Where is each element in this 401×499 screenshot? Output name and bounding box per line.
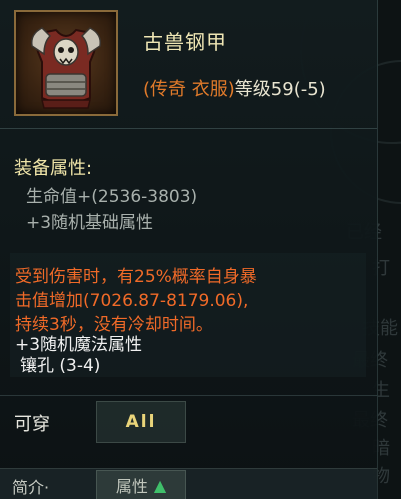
bottom-bar: 简介· 属性 ▲ [0,468,377,499]
item-meta: (传奇 衣服)等级59(-5) [143,75,326,101]
armor-icon [30,27,102,109]
item-meta-close: ) [227,79,235,100]
attr-line: +3随机基础属性 [26,213,154,233]
wearable-label: 可穿 [14,414,50,435]
item-rarity-type: 传奇 衣服 [150,79,228,100]
special-effect-line: 击值增加(7026.87-8179.06), [15,291,249,311]
item-level: 等级59(-5) [234,79,326,100]
item-icon-frame [14,10,118,116]
special-effect-line: 受到伤害时，有25%概率自身暴 [15,267,257,287]
bottom-bar-label: 简介· [12,478,50,497]
item-meta-open: ( [143,79,151,100]
attr-line: 生命值+(2536-3803) [26,187,198,207]
wearable-class-button[interactable]: All [96,401,186,443]
attribute-tab[interactable]: 属性 ▲ [96,470,186,499]
item-tooltip: 古兽钢甲 (传奇 衣服)等级59(-5) 装备属性: 生命值+(2536-380… [0,0,378,499]
attribute-tab-label: 属性 [115,477,148,496]
item-name: 古兽钢甲 [143,30,227,54]
up-arrow-icon: ▲ [153,475,167,495]
socket-line: 镶孔 (3-4) [20,356,101,376]
item-header: 古兽钢甲 (传奇 衣服)等级59(-5) [0,0,377,129]
equip-attrs-heading: 装备属性: [14,158,93,179]
